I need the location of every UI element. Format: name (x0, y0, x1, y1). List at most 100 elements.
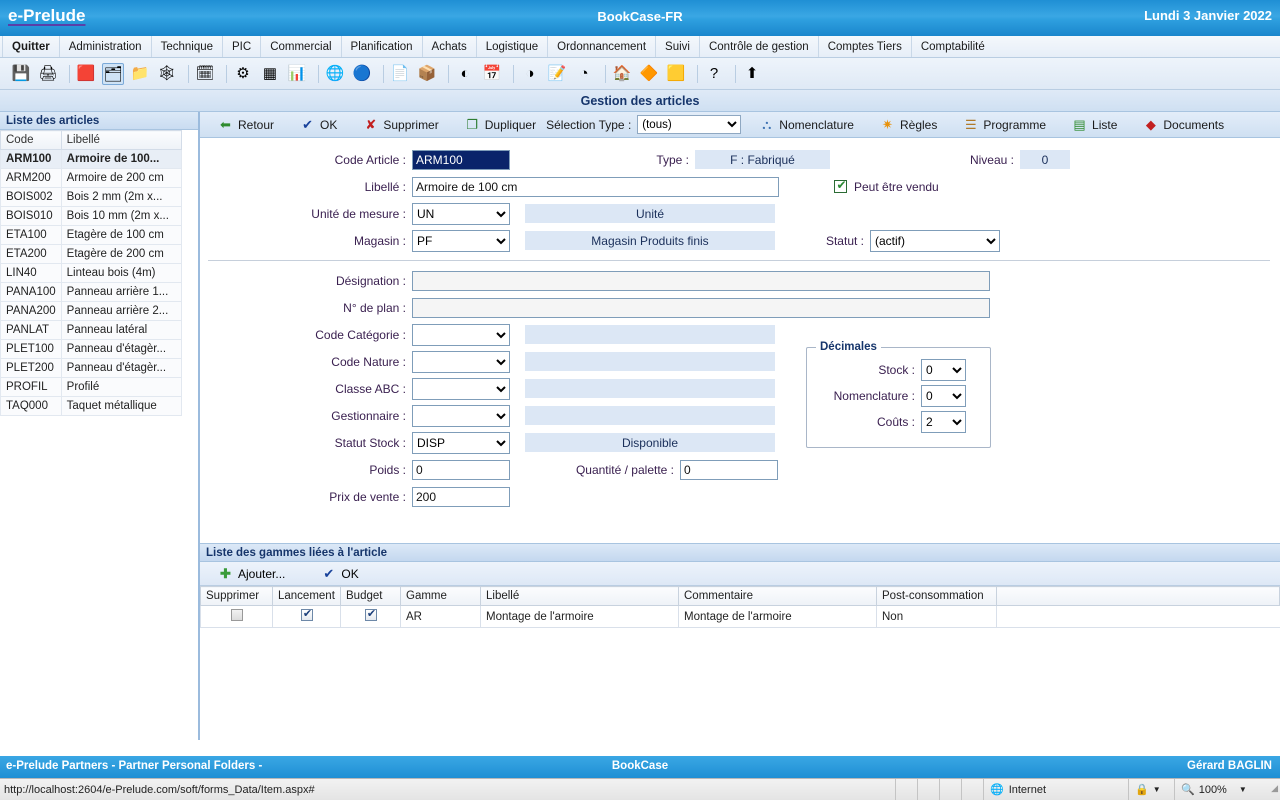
articles-table-row[interactable]: PANLAT Panneau latéral (0, 320, 183, 340)
menu-item-achats[interactable]: Achats (421, 36, 476, 57)
documents-button[interactable]: ◆ Documents (1143, 117, 1224, 132)
menu-item-pic[interactable]: PIC (222, 36, 260, 57)
toolbar-blocks-icon[interactable]: 🔶 (638, 63, 660, 85)
toolbar-print-icon[interactable]: 🖨 (37, 63, 59, 85)
menu-item-comptes-tiers[interactable]: Comptes Tiers (817, 36, 911, 57)
statut-stock-select[interactable]: DISP (412, 431, 510, 454)
toolbar-help-icon[interactable]: ? (703, 63, 725, 85)
toolbar-nomenclature-icon[interactable]: 🕸 (156, 63, 178, 85)
chevron-down-icon[interactable]: ▼ (1153, 785, 1161, 794)
articles-list-scroll-area[interactable] (182, 130, 198, 740)
toolbar-save-icon[interactable]: 💾 (10, 63, 32, 85)
menu-item-comptabilit-[interactable]: Comptabilité (910, 36, 994, 57)
decimales-couts-select[interactable]: 2 (921, 411, 966, 434)
articles-table-row[interactable]: ETA200 Etagère de 200 cm (0, 244, 183, 264)
toolbar-meter3-icon[interactable]: ◔ (573, 63, 595, 85)
menu-item-administration[interactable]: Administration (58, 36, 151, 57)
articles-table-row[interactable]: LIN40 Linteau bois (4m) (0, 263, 183, 283)
libelle-input[interactable] (412, 176, 779, 197)
articles-table-row[interactable]: ETA100 Etagère de 100 cm (0, 225, 183, 245)
gammes-column-header[interactable]: Supprimer (200, 586, 273, 606)
plan-input[interactable] (412, 297, 990, 318)
column-header-code[interactable]: Code (0, 130, 62, 150)
gammes-column-header[interactable]: Budget (340, 586, 401, 606)
toolbar-edit-doc-icon[interactable]: 📝 (546, 63, 568, 85)
gammes-column-header[interactable]: Lancement (272, 586, 341, 606)
gammes-column-header[interactable] (996, 586, 1280, 606)
menu-item-suivi[interactable]: Suivi (655, 36, 699, 57)
articles-table-row[interactable]: TAQ000 Taquet métallique (0, 396, 183, 416)
articles-table-row[interactable]: PANA100 Panneau arrière 1... (0, 282, 183, 302)
articles-table-row[interactable]: BOIS010 Bois 10 mm (2m x... (0, 206, 183, 226)
column-header-libelle[interactable]: Libellé (60, 130, 183, 150)
toolbar-folder-articles-icon[interactable]: 📁 (129, 63, 151, 85)
toolbar-house-icon[interactable]: 🏠 (611, 63, 633, 85)
delete-button[interactable]: ✘ Supprimer (363, 117, 438, 132)
quantite-palette-input[interactable] (680, 459, 778, 480)
gammes-column-header[interactable]: Gamme (400, 586, 481, 606)
toolbar-globe-blue-icon[interactable]: 🌐 (324, 63, 346, 85)
menu-item-contr-le-de-gestion[interactable]: Contrôle de gestion (698, 36, 818, 57)
rules-button[interactable]: ✷ Règles (880, 117, 937, 132)
menu-item-logistique[interactable]: Logistique (475, 36, 547, 57)
code-nature-select[interactable] (412, 350, 510, 373)
toolbar-up-arrow-icon[interactable]: ⬆ (741, 63, 763, 85)
decimales-stock-select[interactable]: 0 (921, 359, 966, 382)
articles-table-row[interactable]: PLET200 Panneau d'étagèr... (0, 358, 183, 378)
gammes-column-header[interactable]: Post-consommation (876, 586, 997, 606)
toolbar-chart-icon[interactable]: 📊 (286, 63, 308, 85)
menu-item-quitter[interactable]: Quitter (2, 36, 59, 57)
gammes-column-header[interactable]: Commentaire (678, 586, 877, 606)
gammes-table-row[interactable]: ARMontage de l'armoireMontage de l'armoi… (200, 605, 1280, 628)
chevron-down-icon[interactable]: ▼ (1239, 785, 1247, 794)
list-button[interactable]: ▤ Liste (1072, 117, 1117, 132)
code-categorie-select[interactable] (412, 323, 510, 346)
toolbar-planning-icon[interactable]: 🗓 (194, 63, 216, 85)
gammes-column-header[interactable]: Libellé (480, 586, 679, 606)
unite-mesure-select[interactable]: UN (412, 202, 510, 225)
toolbar-boxes-icon[interactable]: 📦 (416, 63, 438, 85)
articles-table-row[interactable]: PROFIL Profilé (0, 377, 183, 397)
toolbar-grid-icon[interactable]: ▦ (259, 63, 281, 85)
back-button[interactable]: ⬅ Retour (218, 117, 274, 132)
magasin-select[interactable]: PF (412, 229, 510, 252)
articles-table-row[interactable]: ARM100 Armoire de 100... (0, 149, 183, 169)
toolbar-order-icon[interactable]: 📄 (389, 63, 411, 85)
toolbar-export-icon[interactable]: 🟨 (665, 63, 687, 85)
toolbar-meter2-icon[interactable]: ◑ (519, 63, 541, 85)
menu-item-ordonnancement[interactable]: Ordonnancement (547, 36, 655, 57)
articles-table-row[interactable]: PANA200 Panneau arrière 2... (0, 301, 183, 321)
menu-item-commercial[interactable]: Commercial (260, 36, 340, 57)
resize-grip[interactable]: ◢ (1266, 783, 1280, 796)
articles-table-row[interactable]: PLET100 Panneau d'étagèr... (0, 339, 183, 359)
code-article-input[interactable] (412, 149, 510, 170)
poids-input[interactable] (412, 459, 510, 480)
toolbar-clients-icon[interactable]: 🟥 (75, 63, 97, 85)
toolbar-globe-dark-icon[interactable]: 🔵 (351, 63, 373, 85)
statut-select[interactable]: (actif) (870, 229, 1000, 252)
security-zone-indicator[interactable]: 🌐 Internet (983, 779, 1128, 800)
peut-etre-vendu-checkbox[interactable] (834, 178, 848, 193)
add-gamme-button[interactable]: ✚ Ajouter... (218, 566, 285, 581)
menu-item-technique[interactable]: Technique (150, 36, 222, 57)
ok-button[interactable]: ✔ OK (300, 117, 337, 132)
toolbar-articles-icon[interactable]: 🗂 (102, 62, 124, 85)
protected-mode-indicator[interactable]: 🔒 ▼ (1128, 779, 1174, 800)
articles-table-row[interactable]: BOIS002 Bois 2 mm (2m x... (0, 187, 183, 207)
duplicate-button[interactable]: ❐ Dupliquer (465, 117, 536, 132)
supprimer-checkbox[interactable] (230, 609, 243, 621)
designation-input[interactable] (412, 270, 990, 291)
classe-abc-select[interactable] (412, 377, 510, 400)
gammes-ok-button[interactable]: ✔ OK (321, 566, 358, 581)
menu-item-planification[interactable]: Planification (340, 36, 422, 57)
toolbar-calendar-grid-icon[interactable]: 📅 (481, 63, 503, 85)
selection-type-select[interactable]: (tous) (637, 115, 742, 134)
nomenclature-button[interactable]: ⛬ Nomenclature (759, 117, 854, 132)
toolbar-schedule-icon[interactable]: ⚙ (232, 63, 254, 85)
decimales-nomenclature-select[interactable]: 0 (921, 385, 966, 408)
budget-checkbox[interactable] (364, 607, 378, 621)
gestionnaire-select[interactable] (412, 404, 510, 427)
zoom-control[interactable]: 🔍 100% ▼ (1174, 779, 1266, 800)
program-button[interactable]: ☰ Programme (963, 117, 1046, 132)
articles-table-row[interactable]: ARM200 Armoire de 200 cm (0, 168, 183, 188)
